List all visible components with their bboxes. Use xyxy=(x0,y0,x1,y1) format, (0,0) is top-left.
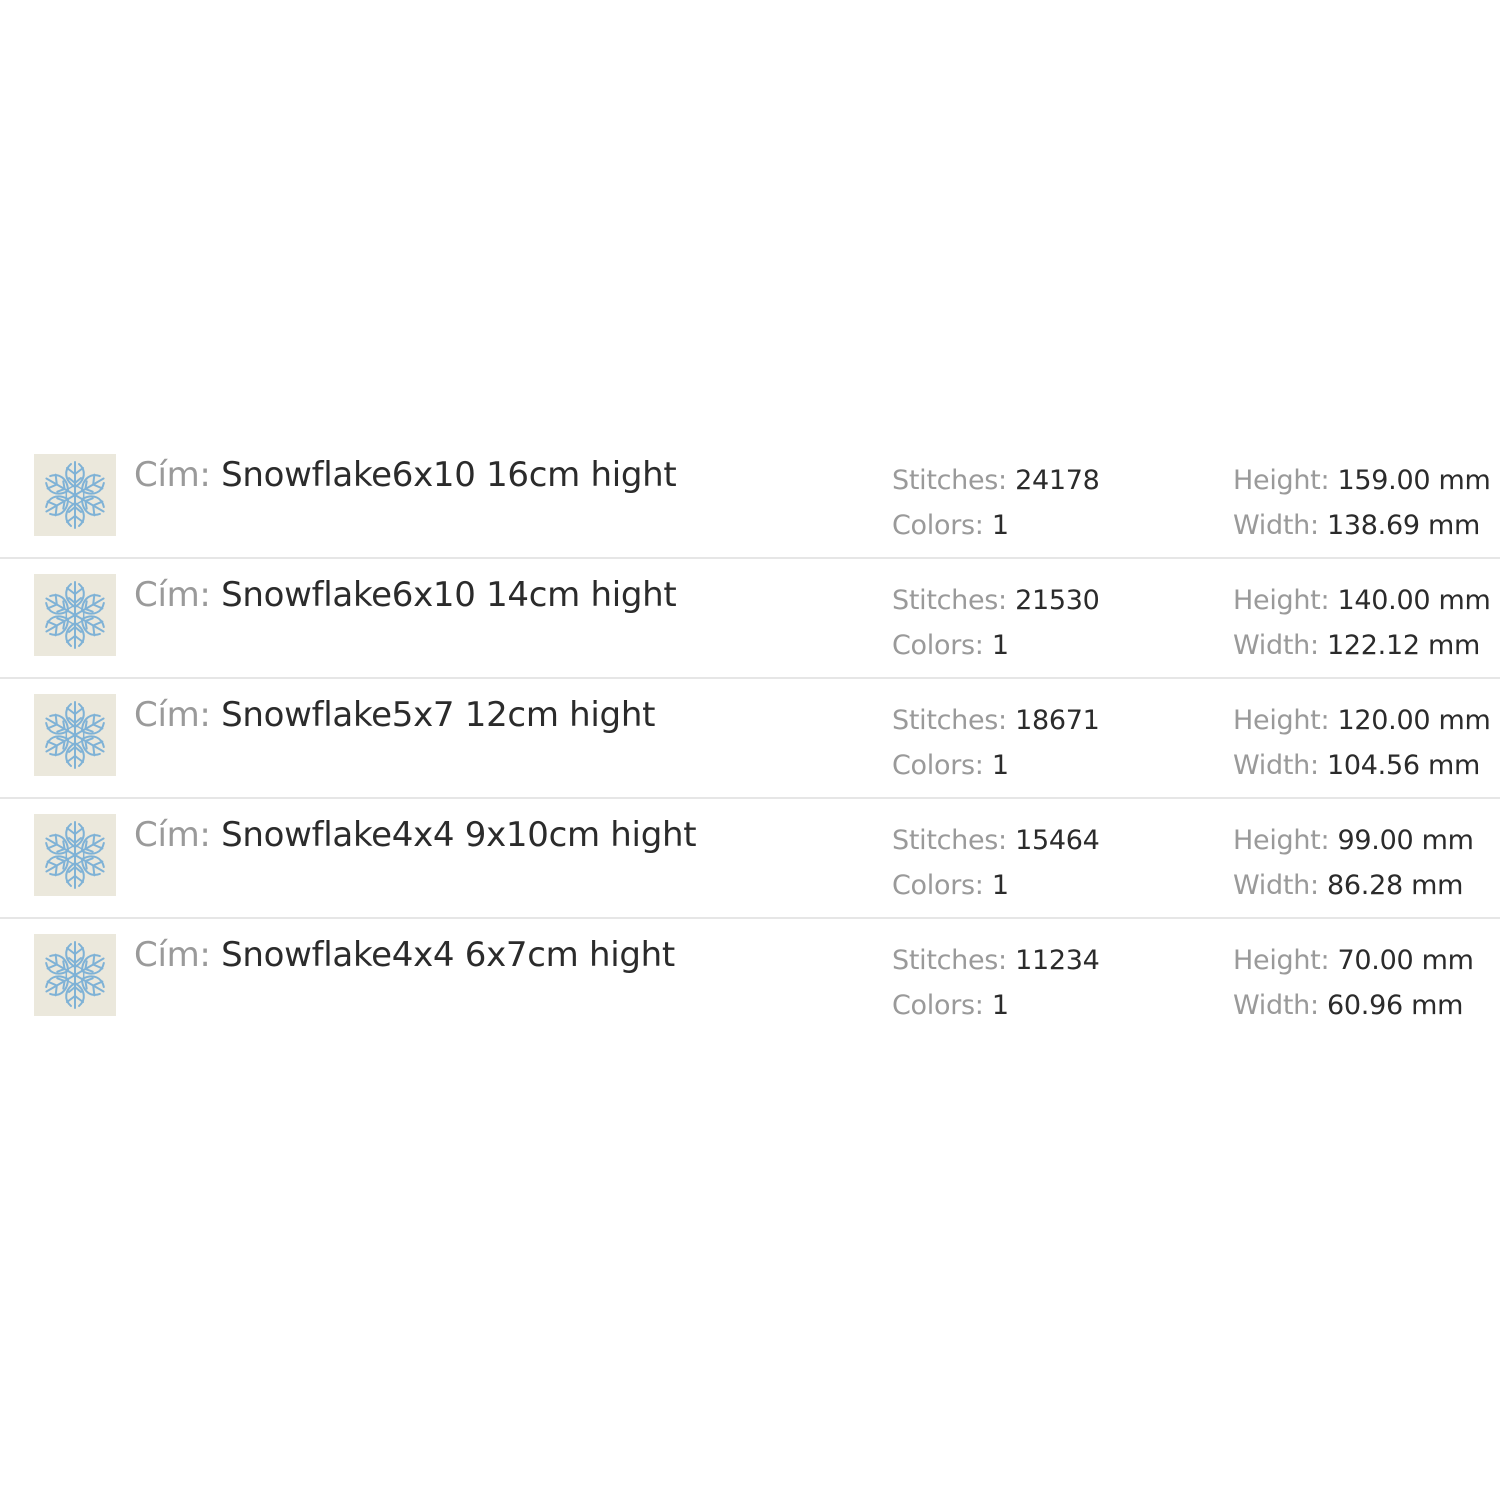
colors-value: 1 xyxy=(991,990,1009,1021)
list-item[interactable]: Cím: Snowflake4x4 6x7cm hight Stitches: … xyxy=(0,919,1500,1039)
snowflake-icon xyxy=(34,694,116,776)
colors-value: 1 xyxy=(991,870,1009,901)
stitches-value: 15464 xyxy=(1015,825,1100,856)
name-label: Cím: xyxy=(134,935,211,975)
design-list: Cím: Snowflake6x10 16cm hight Stitches: … xyxy=(0,439,1500,1039)
stitches-label: Stitches: xyxy=(892,465,1007,496)
height-value: 70.00 mm xyxy=(1337,945,1474,976)
width-label: Width: xyxy=(1233,630,1319,661)
size-info: Height: 70.00 mm Width: 60.96 mm xyxy=(1233,938,1474,1028)
colors-value: 1 xyxy=(991,630,1009,661)
height-label: Height: xyxy=(1233,705,1330,736)
stitches-label: Stitches: xyxy=(892,585,1007,616)
stitches-value: 18671 xyxy=(1015,705,1100,736)
width-label: Width: xyxy=(1233,990,1319,1021)
design-title: Cím: Snowflake5x7 12cm hight xyxy=(134,693,655,737)
width-value: 86.28 mm xyxy=(1327,870,1464,901)
name-label: Cím: xyxy=(134,455,211,495)
height-label: Height: xyxy=(1233,585,1330,616)
list-item[interactable]: Cím: Snowflake5x7 12cm hight Stitches: 1… xyxy=(0,679,1500,799)
height-label: Height: xyxy=(1233,825,1330,856)
name-label: Cím: xyxy=(134,695,211,735)
design-title: Cím: Snowflake6x10 14cm hight xyxy=(134,573,677,617)
stitches-label: Stitches: xyxy=(892,825,1007,856)
snowflake-icon xyxy=(34,454,116,536)
colors-label: Colors: xyxy=(892,630,984,661)
width-value: 60.96 mm xyxy=(1327,990,1464,1021)
stitches-value: 24178 xyxy=(1015,465,1100,496)
design-name: Snowflake4x4 9x10cm hight xyxy=(221,815,697,855)
height-value: 140.00 mm xyxy=(1337,585,1491,616)
snowflake-icon xyxy=(34,934,116,1016)
stitches-value: 11234 xyxy=(1015,945,1100,976)
height-value: 120.00 mm xyxy=(1337,705,1491,736)
width-label: Width: xyxy=(1233,510,1319,541)
size-info: Height: 140.00 mm Width: 122.12 mm xyxy=(1233,578,1491,668)
stitch-info: Stitches: 18671 Colors: 1 xyxy=(892,698,1100,788)
snowflake-icon xyxy=(34,574,116,656)
stitch-info: Stitches: 11234 Colors: 1 xyxy=(892,938,1100,1028)
colors-value: 1 xyxy=(991,510,1009,541)
width-value: 122.12 mm xyxy=(1327,630,1481,661)
stitches-label: Stitches: xyxy=(892,705,1007,736)
design-name: Snowflake6x10 14cm hight xyxy=(221,575,677,615)
design-name: Snowflake4x4 6x7cm hight xyxy=(221,935,675,975)
design-name: Snowflake6x10 16cm hight xyxy=(221,455,677,495)
snowflake-icon xyxy=(34,814,116,896)
colors-label: Colors: xyxy=(892,750,984,781)
colors-label: Colors: xyxy=(892,990,984,1021)
size-info: Height: 120.00 mm Width: 104.56 mm xyxy=(1233,698,1491,788)
design-title: Cím: Snowflake4x4 9x10cm hight xyxy=(134,813,697,857)
height-value: 159.00 mm xyxy=(1337,465,1491,496)
list-item[interactable]: Cím: Snowflake4x4 9x10cm hight Stitches:… xyxy=(0,799,1500,919)
design-title: Cím: Snowflake4x4 6x7cm hight xyxy=(134,933,675,977)
size-info: Height: 159.00 mm Width: 138.69 mm xyxy=(1233,458,1491,548)
width-label: Width: xyxy=(1233,750,1319,781)
size-info: Height: 99.00 mm Width: 86.28 mm xyxy=(1233,818,1474,908)
list-item[interactable]: Cím: Snowflake6x10 16cm hight Stitches: … xyxy=(0,439,1500,559)
height-label: Height: xyxy=(1233,465,1330,496)
width-value: 138.69 mm xyxy=(1327,510,1481,541)
colors-label: Colors: xyxy=(892,870,984,901)
stitch-info: Stitches: 21530 Colors: 1 xyxy=(892,578,1100,668)
stitch-info: Stitches: 15464 Colors: 1 xyxy=(892,818,1100,908)
width-label: Width: xyxy=(1233,870,1319,901)
stitches-label: Stitches: xyxy=(892,945,1007,976)
stitches-value: 21530 xyxy=(1015,585,1100,616)
colors-label: Colors: xyxy=(892,510,984,541)
name-label: Cím: xyxy=(134,815,211,855)
stitch-info: Stitches: 24178 Colors: 1 xyxy=(892,458,1100,548)
height-value: 99.00 mm xyxy=(1337,825,1474,856)
name-label: Cím: xyxy=(134,575,211,615)
width-value: 104.56 mm xyxy=(1327,750,1481,781)
design-title: Cím: Snowflake6x10 16cm hight xyxy=(134,453,677,497)
list-item[interactable]: Cím: Snowflake6x10 14cm hight Stitches: … xyxy=(0,559,1500,679)
height-label: Height: xyxy=(1233,945,1330,976)
design-name: Snowflake5x7 12cm hight xyxy=(221,695,656,735)
colors-value: 1 xyxy=(991,750,1009,781)
